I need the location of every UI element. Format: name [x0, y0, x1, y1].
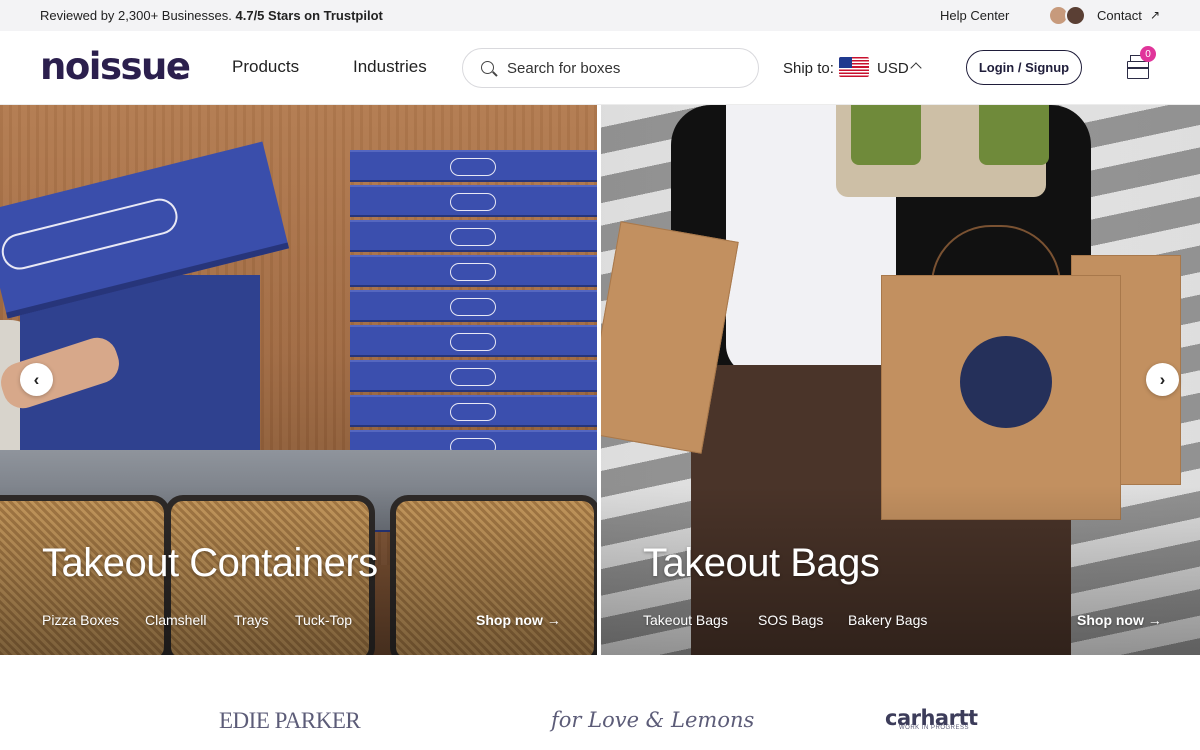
help-center-link[interactable]: Help Center	[940, 8, 1009, 23]
link-clamshell[interactable]: Clamshell	[145, 612, 206, 628]
hero-takeout-containers[interactable]: Takeout Containers Pizza Boxes Clamshell…	[0, 105, 597, 655]
noissue-logo[interactable]: noissue	[40, 45, 191, 88]
trustpilot-review[interactable]: Reviewed by 2,300+ Businesses. 4.7/5 Sta…	[40, 8, 383, 23]
shop-now-link[interactable]: Shop now →	[476, 612, 561, 628]
nav-industries[interactable]: Industries	[353, 57, 427, 77]
shop-now-link[interactable]: Shop now →	[1077, 612, 1162, 628]
site-header: noissue Products Industries Ship to: USD…	[0, 31, 1200, 105]
link-takeout-bags[interactable]: Takeout Bags	[643, 612, 728, 628]
link-bakery-bags[interactable]: Bakery Bags	[848, 612, 927, 628]
login-signup-button[interactable]: Login / Signup	[966, 50, 1082, 85]
search-bar[interactable]	[462, 48, 759, 88]
brand-logo-for-love-lemons: for Love & Lemons	[551, 708, 755, 732]
avatar	[1065, 5, 1086, 26]
hero-takeout-bags[interactable]: Takeout Bags Takeout Bags SOS Bags Baker…	[601, 105, 1200, 655]
brand-logo-edie-parker: EDIE PARKER	[219, 708, 361, 733]
paper-bag	[881, 275, 1121, 520]
carousel-next-button[interactable]: ›	[1146, 363, 1179, 396]
drink-cup	[979, 105, 1049, 165]
review-text: Reviewed by 2,300+ Businesses.	[40, 8, 232, 23]
chevron-up-icon[interactable]	[910, 62, 922, 74]
contact-link[interactable]: Contact	[1097, 8, 1142, 23]
link-trays[interactable]: Trays	[234, 612, 268, 628]
us-flag-icon[interactable]	[839, 57, 869, 77]
ship-to-label: Ship to:	[783, 60, 834, 77]
review-rating: 4.7/5 Stars on Trustpilot	[235, 8, 383, 23]
link-sos-bags[interactable]: SOS Bags	[758, 612, 823, 628]
logo-dot-icon	[176, 73, 181, 78]
nav-products[interactable]: Products	[232, 57, 299, 77]
panel-title[interactable]: Takeout Containers	[42, 541, 378, 586]
support-avatars	[1048, 5, 1088, 26]
brand-logo-carhartt-tagline: WORK IN PROGRESS	[899, 725, 970, 731]
bag-logo-circle	[960, 336, 1052, 428]
search-icon[interactable]	[481, 61, 494, 74]
top-announcement-bar: Reviewed by 2,300+ Businesses. 4.7/5 Sta…	[0, 0, 1200, 31]
link-tuck-top[interactable]: Tuck-Top	[295, 612, 352, 628]
external-arrow-icon[interactable]: ↗	[1150, 8, 1160, 22]
carousel-prev-button[interactable]: ‹	[20, 363, 53, 396]
search-input[interactable]	[507, 58, 737, 78]
panel-title[interactable]: Takeout Bags	[643, 541, 880, 586]
drink-cup	[851, 105, 921, 165]
currency-selector[interactable]: USD	[877, 60, 909, 77]
cart-count-badge: 0	[1140, 46, 1156, 62]
link-pizza-boxes[interactable]: Pizza Boxes	[42, 612, 119, 628]
